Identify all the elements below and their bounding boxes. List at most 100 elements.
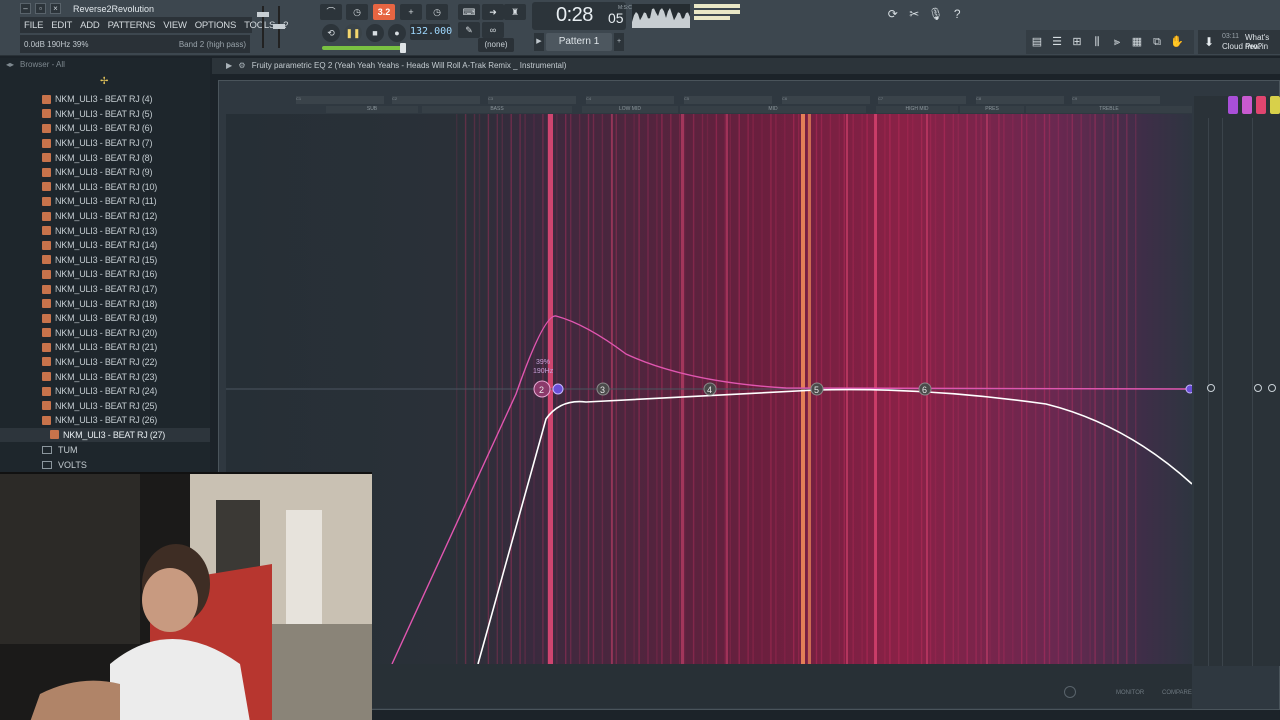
audio-file-icon [42,357,51,367]
menu-edit[interactable]: EDIT [47,20,76,31]
browser-item[interactable]: NKM_ULI3 - BEAT RJ (6) [0,121,210,136]
band-freq-readout: 190Hz [533,368,554,375]
browser-item-selected[interactable]: NKM_ULI3 - BEAT RJ (27) [0,427,210,443]
menu-add[interactable]: ADD [76,20,103,31]
tempo-display[interactable]: 132.000 [410,24,452,40]
menu-patterns[interactable]: PATTERNS [104,20,160,31]
piano-roll-icon[interactable]: ☰ [1048,32,1066,52]
menu-view[interactable]: VIEW [159,20,190,31]
menu-file[interactable]: FILE [20,20,47,31]
download-icon[interactable]: ⬇ [1200,32,1218,52]
typing-keyboard-icon[interactable]: ⌨ [458,4,480,20]
news-panel[interactable]: ⬇ 03:11 What's new in Cloud Pro? [1198,30,1280,54]
close-icon[interactable]: × [50,3,61,14]
webcam-picture [0,474,372,720]
browser-item-label: NKM_ULI3 - BEAT RJ (9) [55,167,153,178]
browser-item[interactable]: NKM_ULI3 - BEAT RJ (7) [0,136,210,151]
band-swatch-1[interactable] [1228,96,1238,114]
microphone-icon[interactable]: 🎙 [927,4,945,24]
restore-icon[interactable]: ▫ [35,3,46,14]
browser-item[interactable]: NKM_ULI3 - BEAT RJ (9) [0,165,210,180]
browser-item[interactable]: NKM_ULI3 - BEAT RJ (15) [0,253,210,268]
browser-item[interactable]: NKM_ULI3 - BEAT RJ (13) [0,223,210,238]
channel-settings-icon[interactable]: ⫸ [1108,32,1126,52]
browser-item[interactable]: NKM_ULI3 - BEAT RJ (22) [0,355,210,370]
link-icon[interactable]: ∞ [482,22,504,38]
browser-item[interactable]: NKM_ULI3 - BEAT RJ (4) [0,92,210,107]
stop-icon[interactable]: ■ [366,24,384,42]
cut-icon[interactable]: ✂ [906,4,924,24]
pattern-add-icon[interactable]: + [614,33,624,51]
touch-controller-icon[interactable]: ✋ [1168,32,1186,52]
step-edit-icon[interactable]: + [400,4,422,20]
browser-item[interactable]: NKM_ULI3 - BEAT RJ (19) [0,311,210,326]
audio-file-icon [42,153,51,163]
pattern-prev-icon[interactable]: ▶ [534,33,544,51]
record-icon[interactable]: ● [388,24,406,42]
browser-item[interactable]: NKM_ULI3 - BEAT RJ (26) [0,413,210,428]
pencil-icon[interactable]: ✎ [458,22,480,38]
browser-item[interactable]: NKM_ULI3 - BEAT RJ (20) [0,326,210,341]
eq-node-end-handle[interactable] [1185,384,1192,394]
browser-icon[interactable]: ▦ [1128,32,1146,52]
browser-item[interactable]: NKM_ULI3 - BEAT RJ (18) [0,296,210,311]
band-swatch-4[interactable] [1270,96,1280,114]
snap-star-icon[interactable]: ✢ [100,76,108,87]
browser-item[interactable]: NKM_ULI3 - BEAT RJ (25) [0,398,210,413]
eq-node-peak-handle[interactable] [552,383,564,395]
minimize-icon[interactable]: – [20,3,31,14]
piano-icon[interactable]: ♜ [504,4,526,20]
playlist-icon[interactable]: ▤ [1028,32,1046,52]
loop-record-icon[interactable]: ◷ [426,4,448,20]
band-swatch-2[interactable] [1242,96,1252,114]
plugin-title-bar: ▶ ⚙ Fruity parametric EQ 2 (Yeah Yeah Ye… [212,58,1280,74]
browser-item[interactable]: NKM_ULI3 - BEAT RJ (10) [0,180,210,195]
master-pitch-slider[interactable] [272,4,286,50]
browser-panel: ◂▸ Browser - All ✢ NKM_ULI3 - BEAT RJ (4… [0,58,210,474]
browser-item[interactable]: NKM_ULI3 - BEAT RJ (14) [0,238,210,253]
pattern-selector[interactable]: ▶ Pattern 1 + [534,33,624,51]
browser-item-label: NKM_ULI3 - BEAT RJ (25) [55,400,158,411]
hint-description: Band 2 (high pass) [178,39,246,49]
browser-item[interactable]: NKM_ULI3 - BEAT RJ (21) [0,340,210,355]
help-icon[interactable]: ? [949,4,967,24]
plugin-arrow-icon[interactable]: ▶ [226,61,232,70]
arrow-right-icon[interactable]: ➜ [482,4,504,20]
band-width-handle[interactable] [1254,384,1262,392]
browser-arrow-icon[interactable]: ◂▸ [6,58,14,72]
mixer-icon[interactable]: ⫼ [1088,32,1106,52]
metronome-icon[interactable]: ⌒ [320,4,342,20]
play-preview-icon[interactable] [1064,686,1076,698]
browser-item[interactable]: NKM_ULI3 - BEAT RJ (17) [0,282,210,297]
eq-side-panel [1194,96,1280,666]
browser-folder[interactable]: VOLTS [0,457,210,472]
browser-folder[interactable]: TUM [0,442,210,457]
refresh-icon[interactable]: ⟳ [884,4,902,24]
browser-item[interactable]: NKM_ULI3 - BEAT RJ (12) [0,209,210,224]
pattern-name[interactable]: Pattern 1 [546,33,612,51]
menu-options[interactable]: OPTIONS [191,20,240,31]
band-swatch-3[interactable] [1256,96,1266,114]
browser-item[interactable]: NKM_ULI3 - BEAT RJ (8) [0,150,210,165]
time-frames: 05 [608,10,624,26]
song-time-display[interactable]: 0:28 05 M:S:CS [532,2,635,30]
pause-icon[interactable]: ❚❚ [344,24,362,42]
browser-item[interactable]: NKM_ULI3 - BEAT RJ (5) [0,107,210,122]
wait-record-icon[interactable]: ◷ [346,4,368,20]
tempo-slider[interactable] [322,43,406,53]
band-level-handle[interactable] [1207,384,1215,392]
browser-item[interactable]: NKM_ULI3 - BEAT RJ (16) [0,267,210,282]
band-freq-handle[interactable] [1268,384,1276,392]
browser-item[interactable]: NKM_ULI3 - BEAT RJ (24) [0,384,210,399]
octave-label: C3 [488,96,576,104]
master-volume-slider[interactable] [255,4,271,50]
loop-mode-icon[interactable]: ⟲ [322,24,340,42]
browser-item[interactable]: NKM_ULI3 - BEAT RJ (11) [0,194,210,209]
gear-icon[interactable]: ⚙ [238,61,245,70]
browser-item[interactable]: NKM_ULI3 - BEAT RJ (23) [0,369,210,384]
audio-file-icon [42,342,51,352]
countdown-button[interactable]: 3.2 [373,4,395,20]
snap-select[interactable]: (none) [478,38,514,52]
plugin-database-icon[interactable]: ⧉ [1148,32,1166,52]
channel-rack-icon[interactable]: ⊞ [1068,32,1086,52]
